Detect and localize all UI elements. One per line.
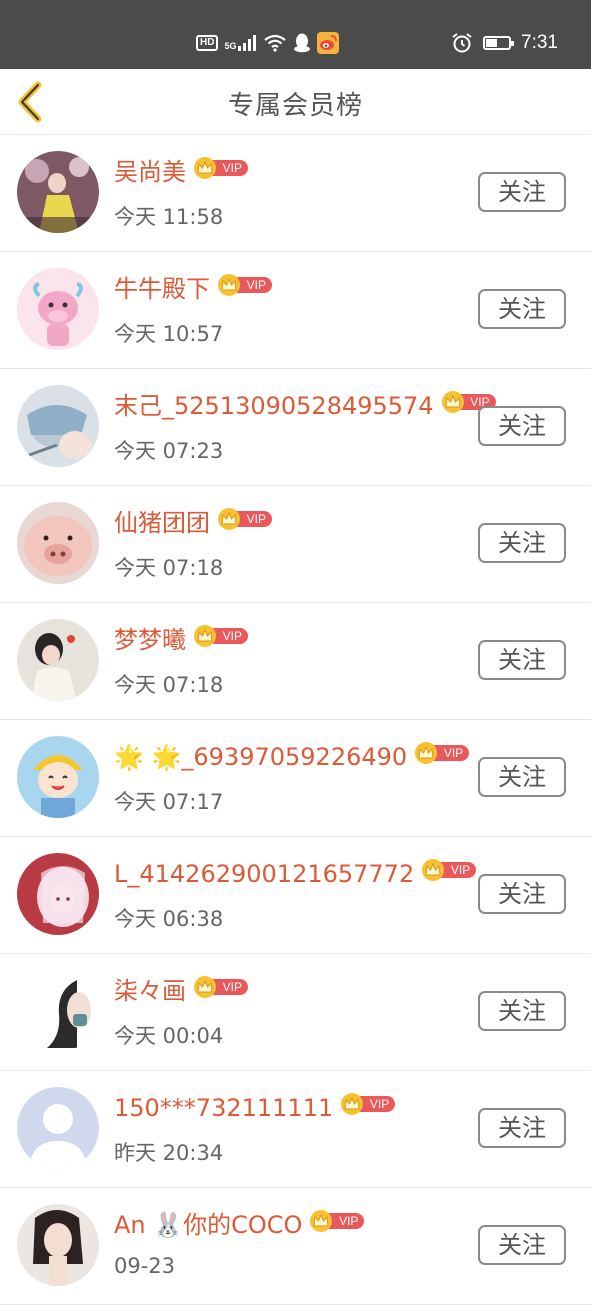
crown-icon [218,508,240,530]
follow-button[interactable]: 关注 [478,640,566,680]
crown-icon [194,157,216,179]
member-name[interactable]: L_414262900121657772 [114,857,414,891]
member-row[interactable]: 梦梦曦 VIP 今天 07:18 关注 [0,603,591,720]
status-bar: HD 5G 7:31 [0,0,591,69]
crown-icon [415,742,438,764]
wifi-icon [264,34,287,52]
follow-button[interactable]: 关注 [478,991,566,1031]
member-name[interactable]: 柒々画 [114,974,186,1008]
member-time: 09-23 [114,1254,176,1278]
crown-icon [218,274,240,296]
name-line: An 🐰你的COCO VIP [114,1208,365,1242]
follow-button[interactable]: 关注 [478,874,566,914]
avatar[interactable] [17,853,99,935]
status-icons: HD 5G [196,30,340,56]
signal-icon: 5G [224,35,257,51]
name-line: 仙猪团团 VIP [114,506,272,540]
qq-penguin-icon [294,33,311,53]
avatar[interactable] [17,385,99,467]
name-line: 梦梦曦 VIP [114,623,248,657]
vip-badge: VIP [341,1093,396,1115]
member-name[interactable]: 吴尚美 [114,155,186,189]
alarm-icon [452,33,472,53]
weibo-icon [317,32,340,54]
avatar[interactable] [17,268,99,350]
follow-button[interactable]: 关注 [478,1225,566,1265]
crown-icon [194,976,216,998]
member-row[interactable]: 柒々画 VIP 今天 00:04 关注 [0,954,591,1071]
member-name[interactable]: An 🐰你的COCO [114,1208,302,1242]
member-row[interactable]: 吴尚美 VIP 今天 11:58 关注 [0,135,591,252]
member-time: 今天 07:18 [114,556,224,580]
follow-button[interactable]: 关注 [478,757,566,797]
crown-icon [441,391,464,413]
member-row[interactable]: 🌟 🌟_69397059226490 VIP 今天 07:17 关注 [0,720,591,837]
member-row[interactable]: 牛牛殿下 VIP 今天 10:57 关注 [0,252,591,369]
member-time: 今天 10:57 [114,322,224,346]
crown-icon [194,625,216,647]
avatar[interactable] [17,1087,99,1169]
avatar[interactable] [17,736,99,818]
vip-badge: VIP [422,859,477,881]
member-time: 今天 00:04 [114,1024,224,1048]
page-title: 专属会员榜 [227,91,363,121]
avatar[interactable] [17,1204,99,1286]
member-time: 今天 07:23 [114,439,224,463]
vip-badge: VIP [218,274,272,296]
member-name[interactable]: 仙猪团团 [114,506,210,540]
member-time: 今天 07:17 [114,790,224,814]
name-line: 末己_52513090528495574 VIP [114,389,496,423]
follow-button[interactable]: 关注 [478,1108,566,1148]
vip-badge: VIP [415,742,470,764]
member-name[interactable]: 🌟 🌟_69397059226490 [114,740,407,774]
nav-bar: 专属会员榜 [0,69,591,135]
member-row[interactable]: 仙猪团团 VIP 今天 07:18 关注 [0,486,591,603]
avatar[interactable] [17,502,99,584]
follow-button[interactable]: 关注 [478,172,566,212]
name-line: L_414262900121657772 VIP [114,857,477,891]
name-line: 牛牛殿下 VIP [114,272,272,306]
member-time: 今天 11:58 [114,205,224,229]
name-line: 150***732111111 VIP [114,1091,396,1125]
name-line: 🌟 🌟_69397059226490 VIP [114,740,470,774]
vip-badge: VIP [194,625,248,647]
network-type-label: 5G [224,41,237,51]
member-name[interactable]: 150***732111111 [114,1091,333,1125]
follow-button[interactable]: 关注 [478,406,566,446]
vip-badge: VIP [194,976,248,998]
name-line: 柒々画 VIP [114,974,248,1008]
avatar[interactable] [17,970,99,1052]
follow-button[interactable]: 关注 [478,289,566,329]
follow-button[interactable]: 关注 [478,523,566,563]
status-time: 7:31 [521,32,558,53]
member-list: 吴尚美 VIP 今天 11:58 关注 牛牛殿下 VIP 今天 10:57 关注… [0,135,591,1305]
avatar[interactable] [17,151,99,233]
member-time: 今天 07:18 [114,673,224,697]
member-name[interactable]: 牛牛殿下 [114,272,210,306]
status-right: 7:31 [451,30,558,56]
member-name[interactable]: 梦梦曦 [114,623,186,657]
vip-badge: VIP [218,508,272,530]
member-name[interactable]: 末己_52513090528495574 [114,389,434,423]
member-time: 昨天 20:34 [114,1141,224,1165]
name-line: 吴尚美 VIP [114,155,248,189]
vip-badge: VIP [194,157,248,179]
member-time: 今天 06:38 [114,907,224,931]
battery-level [486,39,498,47]
hd-icon: HD [196,35,219,51]
avatar[interactable] [17,619,99,701]
battery-icon [483,36,515,50]
member-row[interactable]: An 🐰你的COCO VIP 09-23 关注 [0,1188,591,1305]
member-row[interactable]: 150***732111111 VIP 昨天 20:34 关注 [0,1071,591,1188]
vip-badge: VIP [310,1210,365,1232]
member-row[interactable]: 末己_52513090528495574 VIP 今天 07:23 关注 [0,369,591,486]
member-row[interactable]: L_414262900121657772 VIP 今天 06:38 关注 [0,837,591,954]
